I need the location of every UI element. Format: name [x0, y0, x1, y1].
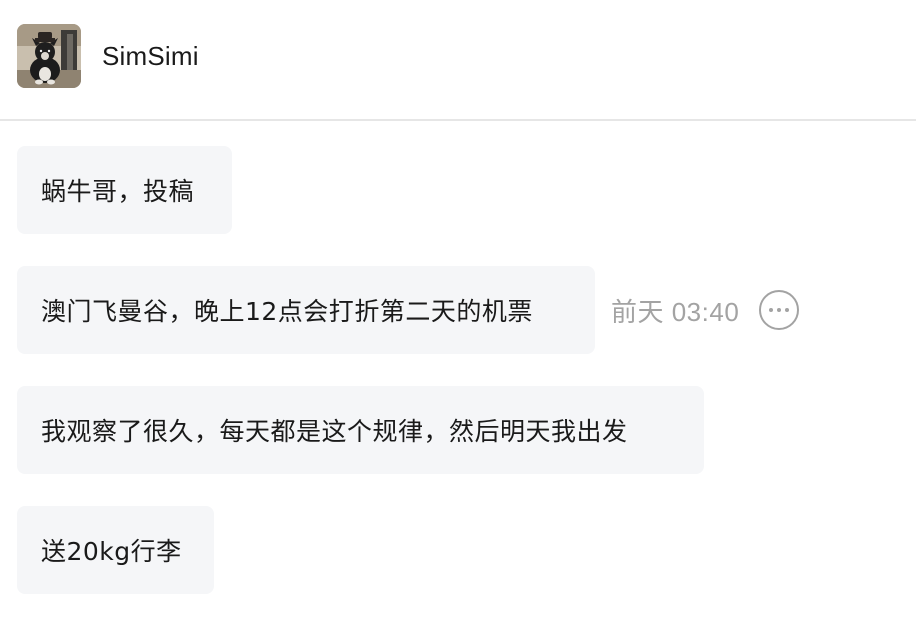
message-row: 澳门飞曼谷，晚上12点会打折第二天的机票 前天 03:40 — [17, 266, 800, 354]
more-horizontal-icon — [769, 308, 774, 312]
message-text: 我观察了很久，每天都是这个规律，然后明天我出发 — [41, 417, 628, 446]
more-dot — [785, 308, 790, 312]
message-row: 我观察了很久，每天都是这个规律，然后明天我出发 — [17, 386, 704, 474]
message-bubble[interactable]: 蜗牛哥，投稿 — [17, 146, 232, 234]
message-meta: 前天 03:40 — [611, 290, 800, 330]
message-text: 蜗牛哥，投稿 — [41, 177, 195, 206]
message-bubble[interactable]: 我观察了很久，每天都是这个规律，然后明天我出发 — [17, 386, 704, 474]
contact-avatar[interactable] — [17, 24, 81, 88]
more-dot — [777, 308, 782, 312]
message-timestamp: 前天 03:40 — [611, 296, 740, 327]
more-options-button[interactable] — [759, 290, 800, 330]
message-row: 送20kg行李 — [17, 506, 214, 594]
message-bubble[interactable]: 送20kg行李 — [17, 506, 214, 594]
chat-header: SimSimi — [0, 0, 916, 121]
dog-avatar-icon — [17, 24, 81, 88]
chat-screen: SimSimi 蜗牛哥，投稿 澳门飞曼谷，晚上12点会打折第二天的机票 前天 0… — [0, 0, 916, 618]
message-row: 蜗牛哥，投稿 — [17, 146, 232, 234]
message-bubble[interactable]: 澳门飞曼谷，晚上12点会打折第二天的机票 — [17, 266, 595, 354]
contact-name: SimSimi — [102, 41, 199, 71]
message-text: 送20kg行李 — [41, 537, 182, 566]
message-list: 蜗牛哥，投稿 澳门飞曼谷，晚上12点会打折第二天的机票 前天 03:40 我观察… — [0, 121, 916, 618]
message-text: 澳门飞曼谷，晚上12点会打折第二天的机票 — [41, 297, 533, 326]
